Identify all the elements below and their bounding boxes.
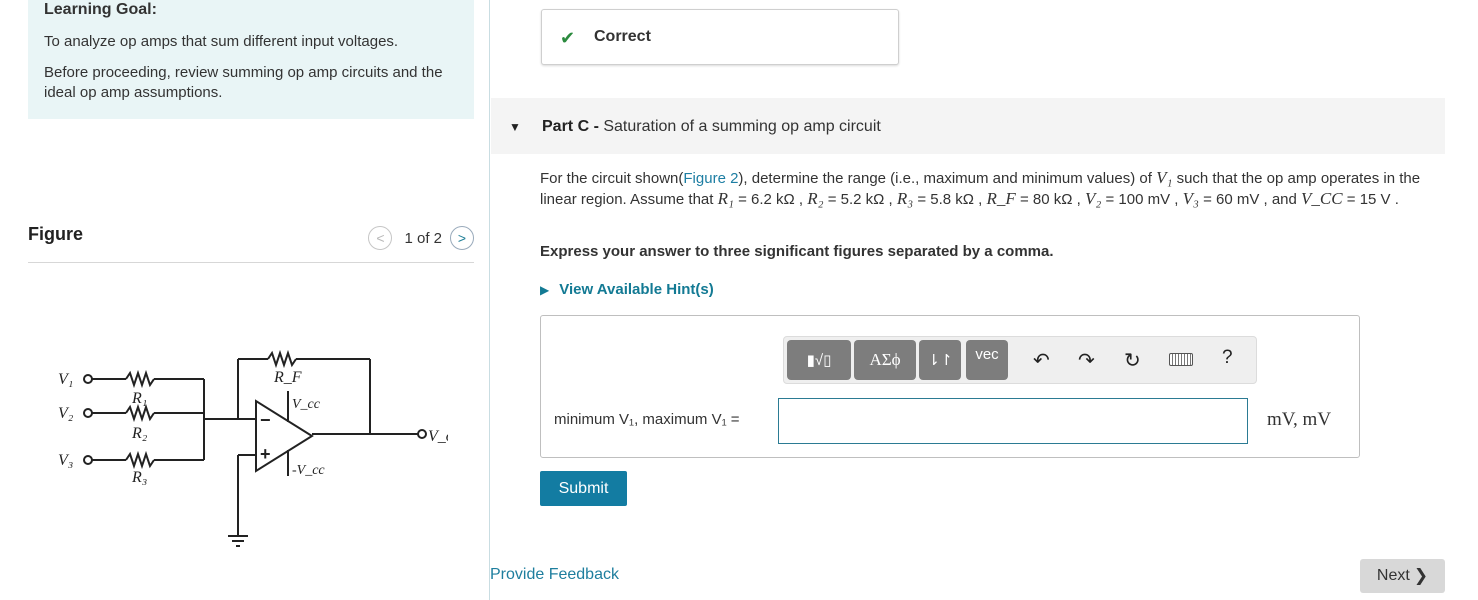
math-rf: R_F (986, 189, 1016, 208)
undo-icon[interactable]: ↶ (1033, 348, 1050, 373)
circuit-label-vo: V_o (428, 428, 448, 445)
chevron-right-icon: ❯ (1413, 566, 1429, 585)
submit-button[interactable]: Submit (540, 471, 627, 506)
templates-button[interactable]: ▮√▯ (787, 340, 851, 380)
learning-goal-review-text: Before proceeding, review summing op amp… (44, 64, 443, 101)
checkmark-icon: ✔ (560, 28, 576, 48)
arrows-button[interactable]: ⇂↾ (919, 340, 961, 380)
circuit-label-r3: R₃ (131, 469, 147, 486)
help-button[interactable]: ? (1222, 347, 1233, 369)
answer-instruction: Express your answer to three significant… (540, 243, 1054, 260)
r2-value: = 5.2 kΩ , (827, 191, 893, 208)
part-prefix: Part C - (542, 118, 599, 135)
question-segment: ), determine the range (i.e., maximum an… (738, 170, 1152, 187)
view-hints-link[interactable]: ▶ View Available Hint(s) (540, 281, 714, 298)
caret-down-icon: ▼ (509, 120, 521, 134)
op-amp-minus-sign: − (260, 410, 271, 430)
reset-icon[interactable]: ↻ (1124, 348, 1141, 373)
math-r3: R₃ (896, 189, 914, 208)
keyboard-icon[interactable] (1169, 353, 1193, 366)
status-text: Correct (594, 28, 651, 45)
answer-panel: ▮√▯ ΑΣϕ ⇂↾ vec ↶ ↷ ↻ ? minimum V₁, maxim… (540, 315, 1360, 458)
provide-feedback-link[interactable]: Provide Feedback (490, 566, 619, 584)
r1-value: = 6.2 kΩ , (738, 191, 804, 208)
chevron-right-icon: > (457, 230, 467, 246)
circuit-label-v2: V₂ (58, 405, 74, 422)
figure-header: Figure < 1 of 2 > (28, 222, 474, 263)
figure-pager: < 1 of 2 > (368, 226, 474, 250)
figure-page-indicator: 1 of 2 (404, 229, 442, 247)
math-v2: V₂ (1084, 189, 1102, 208)
circuit-label-v3: V₃ (58, 452, 73, 469)
math-v3: V₃ (1182, 189, 1199, 208)
circuit-label-neg-vcc: -V_cc (292, 463, 325, 478)
math-vcc: V_CC (1301, 189, 1343, 208)
circuit-label-vcc: V_cc (292, 397, 321, 412)
circuit-label-v1: V₁ (58, 371, 73, 388)
greek-symbols-button[interactable]: ΑΣϕ (854, 340, 916, 380)
circuit-diagram: V₁ V₂ V₃ R₁ R₂ R₃ R_F V_cc -V_cc V_o − + (58, 349, 448, 547)
vector-button[interactable]: vec (966, 340, 1008, 380)
rf-value: = 80 kΩ , (1019, 191, 1081, 208)
learning-goal-title: Learning Goal: (44, 1, 157, 18)
part-name: Saturation of a summing op amp circuit (603, 118, 881, 135)
math-v1: V₁ (1156, 168, 1173, 187)
answer-label: minimum V₁, maximum V₁ = (554, 411, 740, 428)
figure-label: Figure (28, 224, 84, 244)
chevron-left-icon: < (376, 230, 385, 246)
question-text: For the circuit shown(Figure 2), determi… (540, 168, 1445, 210)
op-amp-plus-sign: + (260, 444, 271, 464)
next-label: Next (1376, 567, 1410, 584)
v3-value: = 60 mV , and (1203, 191, 1297, 208)
question-segment: For the circuit shown( (540, 170, 684, 187)
caret-right-icon: ▶ (540, 282, 550, 297)
math-r2: R₂ (807, 189, 824, 208)
figure-next-button[interactable]: > (450, 226, 474, 250)
column-divider (489, 0, 490, 600)
answer-units: mV, mV (1267, 409, 1332, 430)
part-title: Part C - Saturation of a summing op amp … (542, 118, 881, 136)
math-r1: R₁ (717, 189, 734, 208)
learning-goal-panel: Learning Goal: To analyze op amps that s… (28, 0, 474, 119)
answer-input[interactable] (778, 398, 1248, 444)
view-hints-label: View Available Hint(s) (559, 281, 714, 298)
redo-icon[interactable]: ↷ (1078, 348, 1095, 373)
circuit-label-rf: R_F (273, 369, 302, 386)
r3-value: = 5.8 kΩ , (917, 191, 983, 208)
vcc-value: = 15 V . (1346, 191, 1399, 208)
figure-prev-button[interactable]: < (368, 226, 393, 250)
learning-goal-text: To analyze op amps that sum different in… (44, 33, 399, 50)
next-button[interactable]: Next ❯ (1360, 559, 1445, 593)
circuit-label-r1: R₁ (131, 390, 147, 407)
figure-link[interactable]: Figure 2 (683, 170, 738, 187)
v2-value: = 100 mV , (1105, 191, 1179, 208)
status-banner: ✔ Correct (541, 9, 899, 65)
circuit-label-r2: R₂ (131, 425, 148, 442)
part-header[interactable]: ▼ Part C - Saturation of a summing op am… (491, 98, 1445, 154)
math-toolbar: ▮√▯ ΑΣϕ ⇂↾ vec ↶ ↷ ↻ ? (783, 336, 1257, 384)
